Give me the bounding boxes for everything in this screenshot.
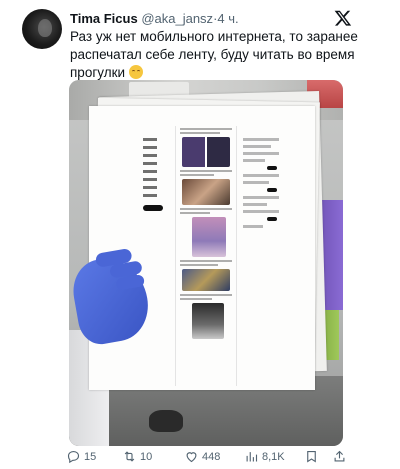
share-icon — [334, 450, 345, 462]
views-count: 8,1K — [262, 450, 285, 463]
printed-image — [192, 217, 226, 257]
views-icon — [246, 452, 258, 462]
like-count: 448 — [202, 450, 221, 463]
views-button[interactable]: 8,1K — [244, 449, 285, 464]
display-name[interactable]: Tima Ficus — [70, 11, 138, 26]
action-bar: 15 10 448 8,1K — [66, 449, 386, 467]
avatar-face — [38, 19, 52, 37]
printed-image — [192, 303, 224, 339]
printed-nav — [143, 138, 163, 211]
x-logo-icon — [334, 10, 352, 26]
retweet-count: 10 — [140, 450, 153, 463]
retweet-icon — [124, 451, 135, 462]
printed-timeline — [175, 126, 237, 386]
avatar[interactable] — [22, 9, 62, 49]
printed-image — [182, 179, 230, 205]
printed-image — [182, 269, 230, 291]
handle[interactable]: @aka_jansz — [141, 11, 213, 26]
retweet-button[interactable]: 10 — [122, 449, 152, 464]
printed-image — [182, 137, 230, 167]
timestamp[interactable]: 4 ч. — [217, 11, 238, 26]
reply-button[interactable]: 15 — [66, 449, 96, 464]
like-button[interactable]: 448 — [184, 449, 220, 464]
bookmark-icon — [307, 450, 316, 463]
tweet-header: Tima Ficus @aka_jansz·4 ч. — [70, 11, 239, 27]
shoe — [149, 410, 183, 432]
printed-sidebar — [243, 138, 279, 232]
relieved-face-emoji-icon — [128, 65, 143, 79]
tweet-photo[interactable] — [69, 80, 343, 446]
tweet-card: Tima Ficus @aka_jansz·4 ч. Раз уж нет мо… — [0, 0, 400, 469]
tweet-text: Раз уж нет мобильного интернета, то зара… — [70, 28, 382, 82]
heart-icon — [186, 452, 197, 463]
reply-icon — [67, 450, 80, 464]
share-button[interactable] — [332, 449, 347, 464]
tweet-body: Раз уж нет мобильного интернета, то зара… — [70, 29, 358, 80]
bookmark-button[interactable] — [304, 449, 319, 464]
reply-count: 15 — [84, 450, 97, 463]
